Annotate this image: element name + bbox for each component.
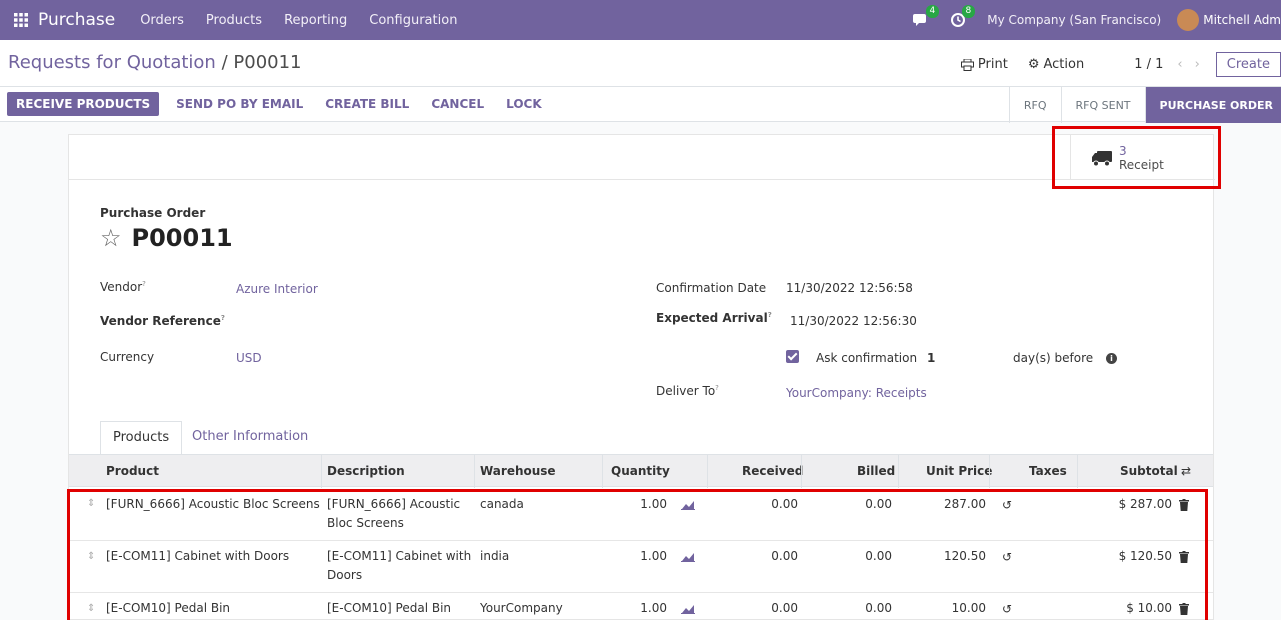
activities-button[interactable]: 8 bbox=[951, 5, 976, 27]
create-bill-button[interactable]: CREATE BILL bbox=[320, 92, 414, 116]
receive-products-button[interactable]: RECEIVE PRODUCTS bbox=[7, 92, 160, 116]
status-bar: RECEIVE PRODUCTS SEND PO BY EMAIL CREATE… bbox=[0, 86, 1281, 123]
top-navbar: Purchase Orders Products Reporting Confi… bbox=[0, 0, 1281, 40]
messages-count-badge: 4 bbox=[925, 5, 940, 18]
expected-arrival-field[interactable]: 11/30/2022 12:56:30 bbox=[790, 314, 917, 328]
vendor-field[interactable]: Azure Interior bbox=[236, 282, 318, 296]
user-avatar[interactable] bbox=[1177, 9, 1200, 31]
company-switcher[interactable]: My Company (San Francisco) bbox=[987, 13, 1161, 27]
ask-confirmation-days-field[interactable]: 1 bbox=[927, 351, 935, 365]
breadcrumb-separator: / bbox=[221, 52, 228, 73]
column-description[interactable]: Description bbox=[327, 464, 405, 478]
column-product[interactable]: Product bbox=[106, 464, 159, 478]
deliver-to-label: Deliver To? bbox=[656, 384, 719, 398]
breadcrumb-parent[interactable]: Requests for Quotation bbox=[8, 52, 216, 73]
print-button[interactable]: Print bbox=[960, 57, 1008, 72]
create-button[interactable]: Create bbox=[1215, 52, 1281, 77]
tab-products[interactable]: Products bbox=[100, 421, 183, 455]
tab-other-information[interactable]: Other Information bbox=[180, 421, 320, 455]
ask-confirmation-label: Ask confirmation bbox=[816, 351, 918, 365]
action-button[interactable]: ⚙ Action bbox=[1028, 57, 1084, 72]
column-warehouse[interactable]: Warehouse bbox=[480, 464, 556, 478]
send-po-by-email-button[interactable]: SEND PO BY EMAIL bbox=[171, 92, 308, 116]
breadcrumb: Requests for Quotation / P00011 bbox=[8, 52, 302, 73]
stage-rfq-sent[interactable]: RFQ SENT bbox=[1060, 87, 1145, 123]
column-divider bbox=[801, 455, 802, 488]
column-unit-price[interactable]: Unit Price bbox=[926, 464, 992, 478]
highlight-receipt-box bbox=[1052, 126, 1221, 189]
confirmation-date-label: Confirmation Date bbox=[656, 281, 767, 295]
apps-menu-icon[interactable] bbox=[6, 0, 36, 40]
column-divider bbox=[602, 455, 603, 488]
app-brand[interactable]: Purchase bbox=[38, 10, 115, 30]
expected-arrival-label: Expected Arrival? bbox=[656, 311, 772, 325]
menu-products[interactable]: Products bbox=[206, 13, 262, 28]
ask-confirmation-checkbox[interactable] bbox=[786, 350, 799, 363]
vendor-label: Vendor? bbox=[100, 280, 146, 294]
pager-value[interactable]: 1 / 1 bbox=[1134, 57, 1163, 72]
deliver-to-field[interactable]: YourCompany: Receipts bbox=[786, 386, 927, 400]
currency-label: Currency bbox=[100, 350, 155, 364]
info-icon: i bbox=[1106, 353, 1117, 364]
menu-reporting[interactable]: Reporting bbox=[284, 13, 347, 28]
messages-button[interactable]: 4 bbox=[913, 5, 940, 27]
title-label: Purchase Order bbox=[100, 206, 206, 220]
order-lines-header: Product Description Warehouse Quantity R… bbox=[69, 454, 1213, 488]
highlight-order-lines-box bbox=[67, 489, 1208, 620]
column-taxes[interactable]: Taxes bbox=[1029, 464, 1067, 478]
po-number: P00011 bbox=[131, 224, 233, 252]
column-divider bbox=[1077, 455, 1078, 488]
column-billed[interactable]: Billed bbox=[857, 464, 895, 478]
user-menu[interactable]: Mitchell Adm bbox=[1203, 13, 1281, 27]
pager-next-icon[interactable]: › bbox=[1195, 57, 1200, 72]
action-label: Action bbox=[1043, 57, 1085, 72]
column-divider bbox=[321, 455, 322, 488]
lock-button[interactable]: LOCK bbox=[501, 92, 547, 116]
print-label: Print bbox=[977, 57, 1008, 72]
stage-pipeline: RFQ RFQ SENT PURCHASE ORDER bbox=[1008, 87, 1281, 123]
smart-button-box: 3 Receipt bbox=[69, 135, 1215, 180]
column-subtotal[interactable]: Subtotal bbox=[1120, 464, 1178, 478]
currency-field[interactable]: USD bbox=[236, 351, 262, 365]
breadcrumb-current: P00011 bbox=[233, 52, 302, 73]
stage-purchase-order[interactable]: PURCHASE ORDER bbox=[1144, 87, 1281, 123]
cancel-button[interactable]: CANCEL bbox=[426, 92, 489, 116]
control-panel: Requests for Quotation / P00011 Print ⚙ … bbox=[0, 40, 1281, 123]
star-icon[interactable]: ☆ bbox=[100, 224, 122, 252]
print-icon bbox=[960, 58, 974, 71]
activities-count-badge: 8 bbox=[961, 5, 976, 18]
days-before-label: day(s) before bbox=[1013, 351, 1094, 365]
confirmation-date-field[interactable]: 11/30/2022 12:56:58 bbox=[786, 281, 913, 295]
column-divider bbox=[474, 455, 475, 488]
vendor-reference-label: Vendor Reference? bbox=[100, 314, 225, 328]
stage-rfq[interactable]: RFQ bbox=[1008, 87, 1061, 123]
column-quantity[interactable]: Quantity bbox=[611, 464, 670, 478]
column-divider bbox=[989, 455, 990, 488]
menu-configuration[interactable]: Configuration bbox=[369, 13, 457, 28]
optional-columns-icon[interactable]: ⇄ bbox=[1181, 464, 1191, 478]
column-divider bbox=[707, 455, 708, 488]
menu-orders[interactable]: Orders bbox=[140, 13, 184, 28]
gear-icon: ⚙ bbox=[1027, 57, 1040, 72]
column-divider bbox=[898, 455, 899, 488]
column-received[interactable]: Received bbox=[742, 464, 803, 478]
pager-previous-icon[interactable]: ‹ bbox=[1177, 57, 1182, 72]
page-title: ☆ P00011 bbox=[100, 224, 233, 252]
